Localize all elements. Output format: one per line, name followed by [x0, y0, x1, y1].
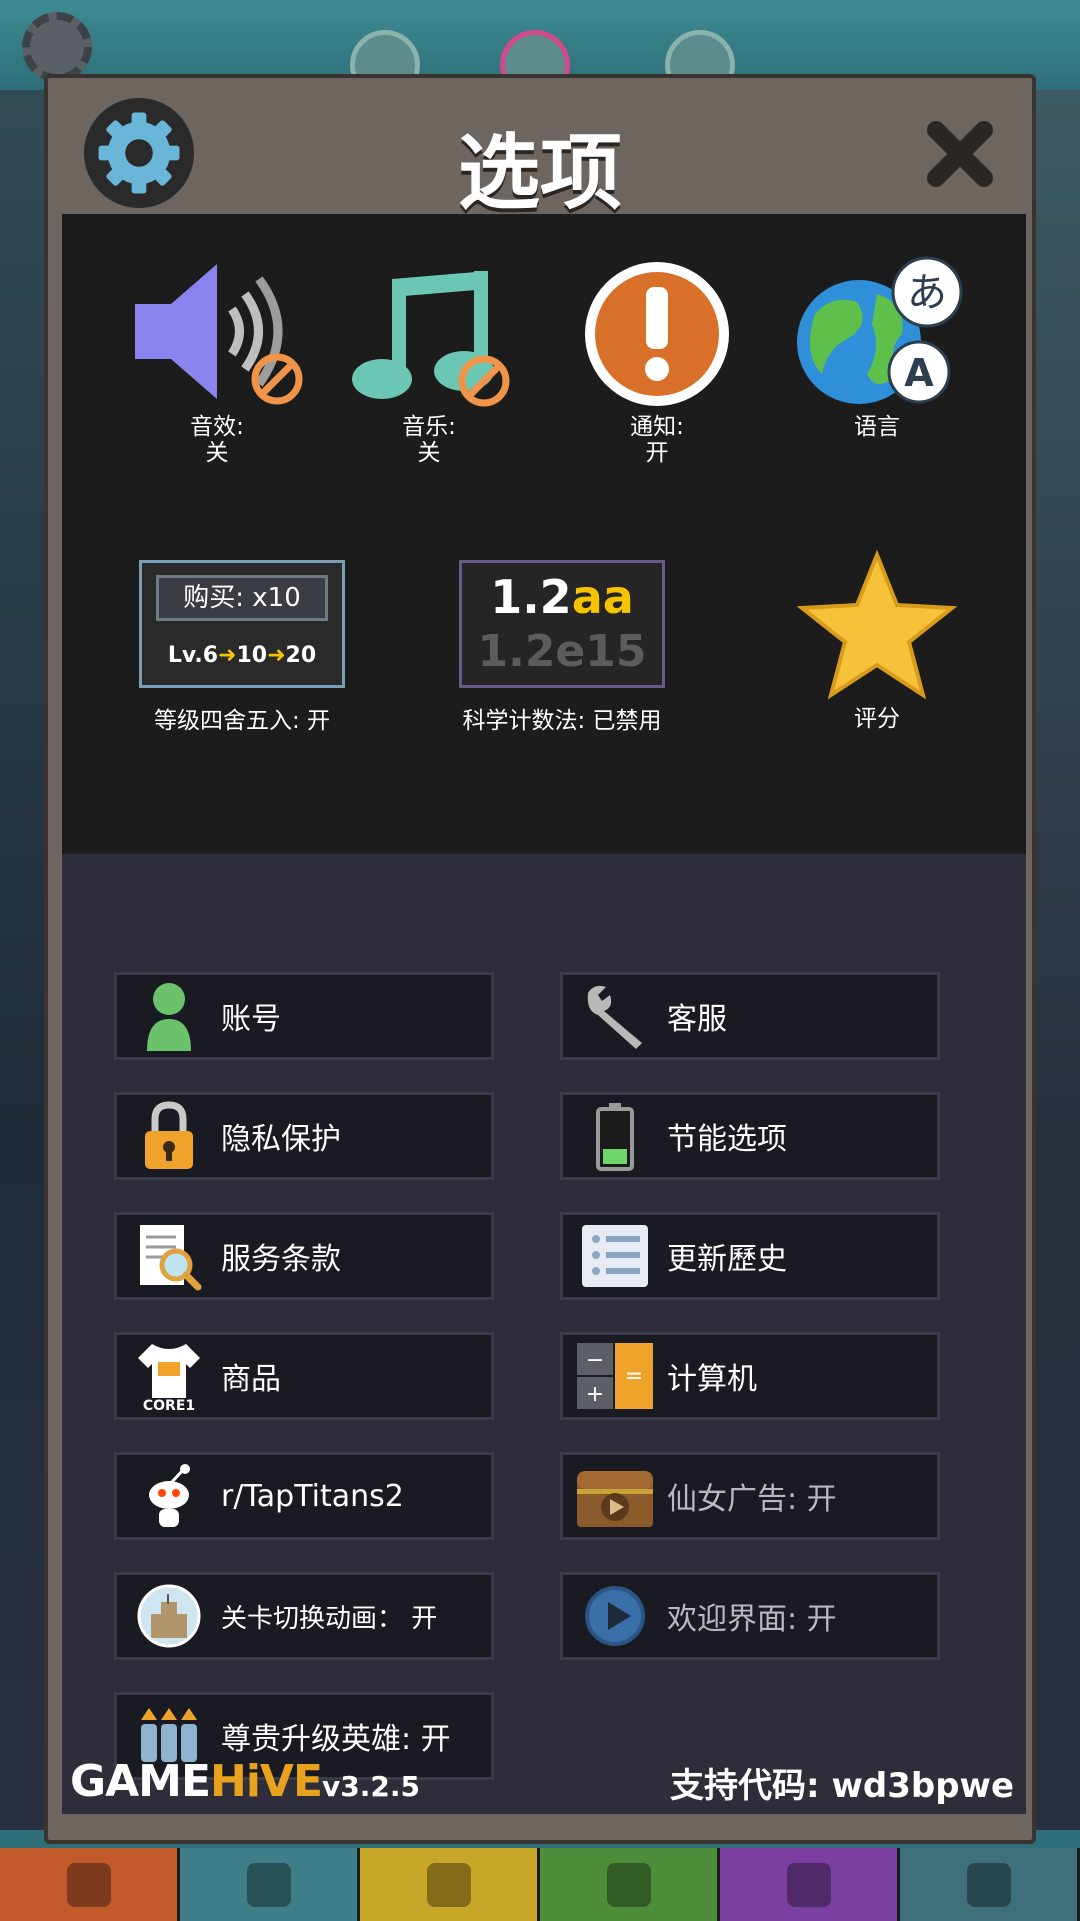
artifact-icon — [786, 1862, 831, 1907]
lock-icon — [145, 1101, 193, 1169]
tshirt-icon: CORE1 — [138, 1344, 200, 1412]
background-gear-icon — [22, 12, 92, 82]
options-dialog: 选项 音效: 关 音乐: 关 通知: 开 あ A 语言 购买: x10 Lv.6… — [44, 74, 1036, 1844]
game-background-left — [0, 90, 50, 1830]
close-icon[interactable] — [920, 114, 1000, 194]
tab-sword[interactable] — [0, 1848, 180, 1921]
arrow-right-icon: ➜ — [267, 643, 286, 668]
sword-icon — [66, 1862, 111, 1907]
battery-icon — [596, 1103, 634, 1171]
language-button[interactable]: あ A 语言 — [782, 254, 972, 440]
calculator-icon: − + = — [577, 1343, 653, 1409]
tab-artifacts[interactable] — [720, 1848, 900, 1921]
scientific-preview: 1.2aa 1.2e15 — [459, 560, 665, 688]
speaker-muted-icon — [135, 264, 303, 405]
svg-text:+: + — [586, 1382, 604, 1407]
svg-text:あ: あ — [907, 270, 947, 316]
reddit-button[interactable]: r/TapTitans2 — [114, 1452, 494, 1540]
privacy-button[interactable]: 隐私保护 — [114, 1092, 494, 1180]
sound-label: 音效: — [190, 414, 244, 440]
game-background-right — [1030, 90, 1080, 1830]
round-levels-preview: 购买: x10 Lv.6➜10➜20 — [139, 560, 345, 688]
music-value: 关 — [417, 440, 441, 466]
round-levels-caption: 等级四舍五入: 开 — [153, 708, 331, 734]
merch-button[interactable]: CORE1 商品 — [114, 1332, 494, 1420]
terms-of-service-button[interactable]: 服务条款 — [114, 1212, 494, 1300]
exclamation-icon — [585, 262, 729, 406]
svg-text:=: = — [625, 1364, 643, 1389]
play-circle-icon — [585, 1586, 645, 1646]
wrench-icon — [587, 985, 642, 1049]
welcome-screen-button[interactable]: 欢迎界面: 开 — [560, 1572, 940, 1660]
sound-toggle[interactable]: 音效: 关 — [122, 254, 312, 466]
calculator-button[interactable]: − + = 计算机 — [560, 1332, 940, 1420]
reddit-icon — [149, 1464, 190, 1527]
stage-transition-button[interactable]: 关卡切换动画： 开 — [114, 1572, 494, 1660]
rate-caption: 评分 — [854, 706, 900, 732]
music-toggle[interactable]: 音乐: 关 — [334, 254, 524, 466]
power-saving-button[interactable]: 节能选项 — [560, 1092, 940, 1180]
bottom-tab-bar — [0, 1848, 1080, 1921]
scientific-notation-toggle[interactable]: 1.2aa 1.2e15 科学计数法: 已禁用 — [432, 560, 692, 734]
gamehive-logo: GAMEHiVEv3.2.5 — [70, 1756, 421, 1807]
castle-stage-icon — [137, 1584, 201, 1648]
sound-value: 关 — [205, 440, 229, 466]
level-steps: Lv.6➜10➜20 — [167, 643, 317, 668]
person-icon — [147, 983, 191, 1051]
customer-support-button[interactable]: 客服 — [560, 972, 940, 1060]
music-note-muted-icon — [352, 271, 510, 407]
list-icon — [582, 1225, 648, 1287]
shirt-icon — [426, 1862, 471, 1907]
tab-shop[interactable] — [900, 1848, 1080, 1921]
arrow-right-icon: ➜ — [218, 643, 237, 668]
svg-text:CORE1: CORE1 — [143, 1398, 195, 1412]
tab-heroes[interactable] — [180, 1848, 360, 1921]
dialog-title: 选项 — [457, 126, 622, 221]
pet-icon — [606, 1862, 651, 1907]
fairy-ads-button[interactable]: 仙女广告: 开 — [560, 1452, 940, 1540]
tab-pets[interactable] — [540, 1848, 720, 1921]
version-text: v3.2.5 — [322, 1770, 421, 1803]
round-levels-toggle[interactable]: 购买: x10 Lv.6➜10➜20 等级四舍五入: 开 — [127, 560, 357, 734]
settings-panel: 音效: 关 音乐: 关 通知: 开 あ A 语言 购买: x10 Lv.6➜10… — [62, 214, 1026, 854]
hero-icon — [246, 1862, 291, 1907]
svg-text:−: − — [586, 1348, 604, 1373]
treasure-chest-video-icon — [577, 1471, 653, 1527]
star-icon — [796, 549, 958, 700]
notifications-value: 开 — [645, 440, 669, 466]
rate-button[interactable]: 评分 — [782, 549, 972, 732]
notifications-toggle[interactable]: 通知: 开 — [562, 254, 752, 466]
globe-language-icon: あ A — [797, 256, 963, 404]
menu-panel: 账号 客服 隐私保护 节能选项 服务条款 更新歷史 CORE1 商品 − + = — [62, 854, 1026, 1814]
buy-multiplier: 购买: x10 — [156, 575, 328, 621]
music-label: 音乐: — [402, 414, 456, 440]
update-history-button[interactable]: 更新歷史 — [560, 1212, 940, 1300]
document-magnifier-icon — [140, 1225, 202, 1291]
language-label: 语言 — [854, 414, 900, 440]
svg-text:A: A — [904, 351, 934, 395]
scientific-caption: 科学计数法: 已禁用 — [462, 708, 662, 734]
notifications-label: 通知: — [630, 414, 684, 440]
tab-equipment[interactable] — [360, 1848, 540, 1921]
support-code: 支持代码: wd3bpwe — [670, 1766, 1014, 1806]
shop-icon — [966, 1862, 1011, 1907]
account-button[interactable]: 账号 — [114, 972, 494, 1060]
